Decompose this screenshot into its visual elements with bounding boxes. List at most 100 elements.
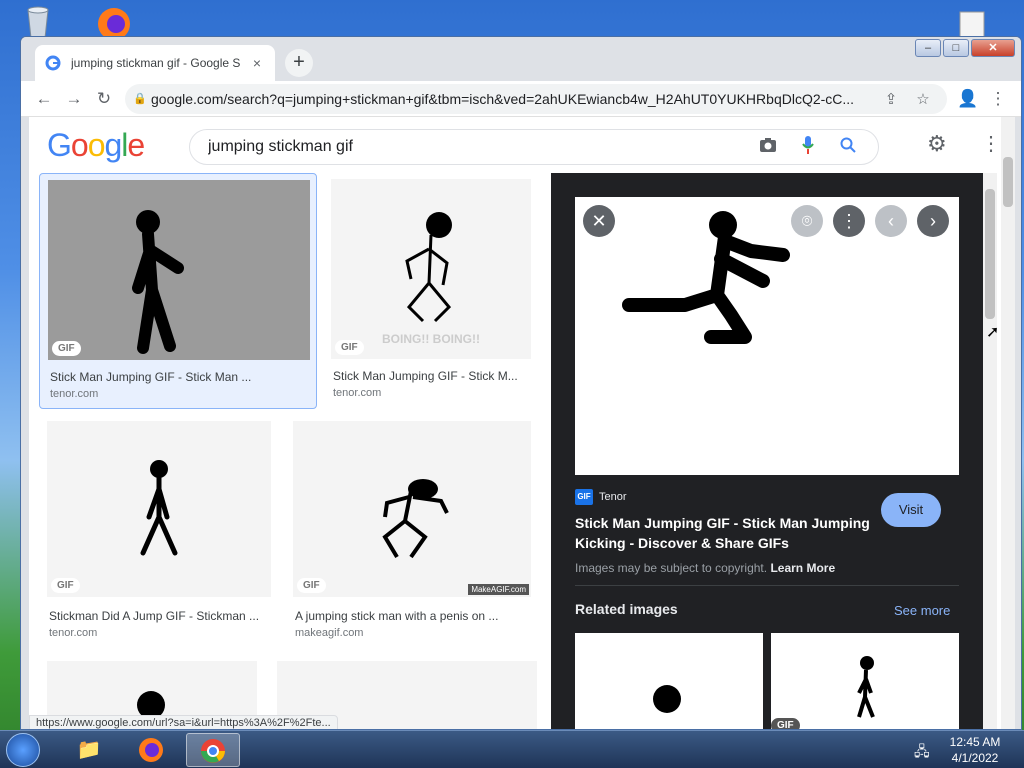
forward-icon[interactable]: →	[59, 85, 89, 113]
result-title[interactable]: A jumping stick man with a penis on ...	[295, 609, 498, 623]
stickman-image	[653, 685, 681, 713]
browser-window: jumping stickman gif - Google S × + – □ …	[20, 36, 1022, 730]
result-source[interactable]: tenor.com	[49, 627, 97, 639]
browser-menu-icon[interactable]: ⋮	[983, 85, 1013, 113]
result-card-3[interactable]: GIF Stickman Did A Jump GIF - Stickman .…	[43, 421, 273, 647]
tab-close-icon[interactable]: ×	[249, 55, 265, 71]
lens-search-icon[interactable]: ⌾	[791, 205, 823, 237]
clock-time: 12:45 AM	[949, 735, 1001, 749]
result-title[interactable]: Stick Man Jumping GIF - Stick M...	[333, 369, 518, 383]
google-logo-letter: G	[47, 127, 72, 163]
chrome-taskbar-icon[interactable]	[186, 733, 240, 767]
see-more-link[interactable]: See more	[894, 603, 950, 618]
result-thumbnail[interactable]: GIF	[47, 421, 271, 597]
maximize-button[interactable]: □	[943, 39, 969, 57]
visit-button[interactable]: Visit	[881, 493, 941, 527]
new-tab-button[interactable]: +	[285, 49, 313, 77]
result-source[interactable]: tenor.com	[333, 387, 381, 399]
result-title[interactable]: Stick Man Jumping GIF - Stick Man ...	[50, 370, 251, 384]
google-logo[interactable]: Google	[47, 127, 145, 164]
recycle-bin-icon[interactable]	[20, 4, 56, 40]
google-logo-letter: o	[70, 127, 89, 163]
preview-image[interactable]	[575, 197, 959, 475]
network-tray-icon[interactable]: 🖧	[914, 741, 930, 765]
page-content: Google ⚙ ⋮⋮	[29, 117, 1015, 729]
result-thumbnail[interactable]: GIF	[48, 180, 310, 360]
mouse-cursor-icon: ➚	[986, 324, 1000, 341]
gif-badge: GIF	[297, 578, 326, 593]
result-title[interactable]: Stickman Did A Jump GIF - Stickman ...	[49, 609, 259, 623]
taskbar: 📁 🖧 12:45 AM 4/1/2022	[0, 730, 1024, 768]
related-image-2[interactable]: GIF	[771, 633, 959, 729]
status-bar-url: https://www.google.com/url?sa=i&url=http…	[29, 715, 338, 729]
tab-title: jumping stickman gif - Google S	[71, 56, 241, 70]
result-card-1[interactable]: GIF Stick Man Jumping GIF - Stick Man ..…	[39, 173, 317, 409]
google-logo-letter: o	[87, 127, 106, 163]
browser-toolbar: ← → ↻ 🔒 google.com/search?q=jumping+stic…	[21, 81, 1021, 117]
back-icon[interactable]: ←	[29, 85, 59, 113]
image-preview-panel: ✕ ⌾ ⋮ ‹ › GIF Tenor Stick Man Jumping GI…	[551, 173, 983, 729]
preview-scrollbar[interactable]	[983, 173, 997, 729]
system-clock[interactable]: 12:45 AM 4/1/2022	[940, 734, 1010, 766]
tab-strip: jumping stickman gif - Google S × + – □ …	[21, 37, 1021, 81]
share-icon[interactable]: ⇪	[875, 90, 907, 108]
google-logo-letter: e	[127, 127, 145, 163]
gif-badge: GIF	[51, 578, 80, 593]
next-image-icon[interactable]: ›	[917, 205, 949, 237]
window-controls: – □ ✕	[913, 39, 1015, 57]
lock-icon[interactable]: 🔒	[133, 92, 151, 105]
tab-google-images[interactable]: jumping stickman gif - Google S ×	[35, 45, 275, 81]
copyright-text: Images may be subject to copyright.	[575, 561, 768, 575]
divider	[575, 585, 959, 586]
result-thumbnail[interactable]: GIF MakeAGIF.com	[293, 421, 531, 597]
google-logo-letter: g	[104, 127, 122, 163]
page-scrollbar-thumb[interactable]	[1003, 157, 1013, 207]
minimize-button[interactable]: –	[915, 39, 941, 57]
copyright-notice: Images may be subject to copyright. Lear…	[575, 561, 835, 575]
stickman-image	[132, 210, 184, 354]
close-preview-icon[interactable]: ✕	[583, 205, 615, 237]
source-name[interactable]: Tenor	[599, 491, 627, 503]
learn-more-link[interactable]: Learn More	[770, 561, 835, 575]
more-options-icon[interactable]: ⋮	[833, 205, 865, 237]
start-button[interactable]	[6, 733, 40, 767]
preview-scrollbar-thumb[interactable]	[985, 189, 995, 319]
search-icon[interactable]	[828, 137, 868, 158]
stickman-image	[382, 479, 449, 559]
makeagif-watermark: MakeAGIF.com	[468, 584, 529, 595]
result-card-2[interactable]: BOING!! BOING!! GIF Stick Man Jumping GI…	[327, 173, 537, 409]
prev-image-icon[interactable]: ‹	[875, 205, 907, 237]
search-box[interactable]	[189, 129, 879, 165]
kicking-stickman-image	[622, 211, 790, 344]
clock-date: 4/1/2022	[951, 751, 999, 765]
image-results-grid: GIF Stick Man Jumping GIF - Stick Man ..…	[29, 173, 551, 729]
reload-icon[interactable]: ↻	[89, 85, 119, 113]
camera-icon[interactable]	[748, 137, 788, 158]
gif-badge: GIF	[335, 340, 364, 355]
google-favicon-icon	[45, 55, 61, 71]
gear-icon[interactable]: ⚙	[927, 131, 947, 157]
tenor-logo-icon: GIF	[575, 489, 593, 505]
address-bar[interactable]: 🔒 google.com/search?q=jumping+stickman+g…	[125, 83, 947, 114]
preview-title[interactable]: Stick Man Jumping GIF - Stick Man Jumpin…	[575, 513, 875, 553]
result-source[interactable]: makeagif.com	[295, 627, 363, 639]
result-source[interactable]: tenor.com	[50, 388, 98, 400]
boing-overlay-text: BOING!! BOING!!	[382, 332, 480, 346]
firefox-taskbar-icon[interactable]	[124, 733, 178, 767]
result-card-4[interactable]: GIF MakeAGIF.com A jumping stick man wit…	[289, 421, 539, 647]
bookmark-star-icon[interactable]: ☆	[907, 90, 939, 108]
stickman-image	[140, 460, 178, 556]
stickman-image: BOING!! BOING!!	[382, 212, 480, 346]
profile-icon[interactable]: 👤	[953, 85, 983, 113]
file-explorer-taskbar-icon[interactable]: 📁	[62, 733, 116, 767]
url-text[interactable]: google.com/search?q=jumping+stickman+gif…	[151, 91, 875, 107]
preview-source[interactable]: GIF Tenor	[575, 489, 627, 505]
mic-icon[interactable]	[788, 135, 828, 160]
google-header: Google ⚙ ⋮⋮	[29, 117, 1015, 173]
search-input[interactable]	[208, 138, 748, 156]
close-window-button[interactable]: ✕	[971, 39, 1015, 57]
related-image-1[interactable]	[575, 633, 763, 729]
result-thumbnail[interactable]: BOING!! BOING!! GIF	[331, 179, 531, 359]
page-scrollbar[interactable]	[1001, 117, 1015, 729]
gif-badge: GIF	[52, 341, 81, 356]
